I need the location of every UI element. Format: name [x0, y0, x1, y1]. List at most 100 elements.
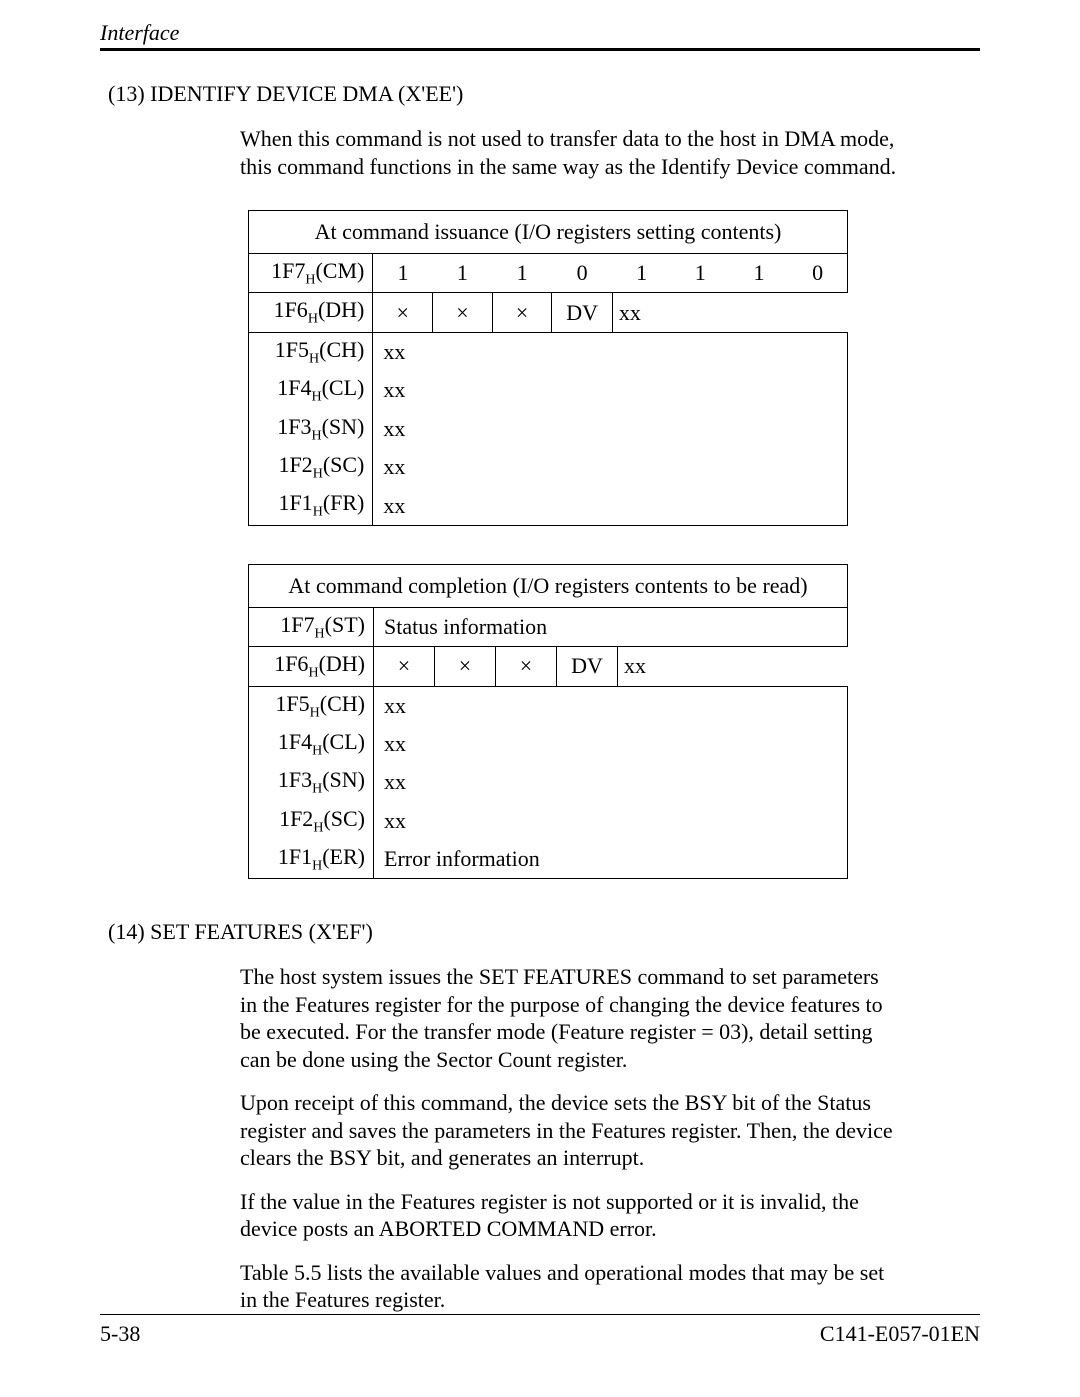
reg-sub: H — [311, 428, 321, 443]
reg-sub: H — [308, 312, 318, 327]
reg-label-cl: 1F4H(CL) — [249, 725, 374, 763]
running-header: Interface — [100, 20, 980, 48]
bit-cell: × — [433, 293, 493, 332]
bit-cell: xx — [618, 647, 848, 686]
section-13-para1: When this command is not used to transfe… — [240, 125, 900, 180]
bit-cell: 0 — [788, 254, 847, 293]
table-row: 1F2H(SC) xx — [249, 448, 848, 486]
reg-addr: 1F7 — [280, 612, 314, 637]
page-number: 5-38 — [100, 1321, 140, 1347]
reg-label-ch: 1F5H(CH) — [249, 686, 374, 725]
reg-addr: 1F5 — [275, 337, 309, 362]
reg-suffix: (DH) — [319, 651, 365, 676]
reg-suffix: (FR) — [323, 490, 365, 515]
reg-addr: 1F4 — [278, 729, 312, 754]
reg-label-ch: 1F5H(CH) — [249, 332, 373, 371]
reg-suffix: (CM) — [315, 258, 364, 283]
section-13-heading: (13) IDENTIFY DEVICE DMA (X'EE') — [108, 81, 980, 107]
reg-label-er: 1F1H(ER) — [249, 840, 374, 879]
reg-suffix: (CH) — [319, 337, 364, 362]
section-14-para1: The host system issues the SET FEATURES … — [240, 963, 900, 1073]
table-row: 1F5H(CH) xx — [249, 332, 848, 371]
table-row: 1F4H(CL) xx — [249, 371, 848, 409]
reg-sub: H — [305, 272, 315, 287]
reg-addr: 1F1 — [278, 844, 312, 869]
section-14-heading: (14) SET FEATURES (X'EF') — [108, 919, 980, 945]
bit-cell: xx — [612, 293, 847, 332]
reg-addr: 1F3 — [278, 767, 312, 792]
bit-cell: 1 — [671, 254, 730, 293]
table-row: At command completion (I/O registers con… — [249, 564, 848, 607]
bit-cell: 1 — [492, 254, 552, 293]
table-completion-wrapper: At command completion (I/O registers con… — [248, 564, 848, 880]
header-rule — [100, 48, 980, 51]
reg-sub: H — [313, 466, 323, 481]
bit-cell: × — [496, 647, 557, 686]
reg-sub: H — [308, 666, 318, 681]
reg-label-sc: 1F2H(SC) — [249, 448, 373, 486]
reg-addr: 1F6 — [274, 297, 308, 322]
footer-rule — [100, 1314, 980, 1315]
bit-cell: 1 — [612, 254, 671, 293]
reg-label-fr: 1F1H(FR) — [249, 486, 373, 525]
bit-cell: 1 — [730, 254, 789, 293]
reg-addr: 1F2 — [278, 452, 312, 477]
reg-addr: 1F6 — [274, 651, 308, 676]
reg-sub: H — [312, 782, 322, 797]
reg-addr: 1F3 — [277, 414, 311, 439]
reg-suffix: (ST) — [325, 612, 365, 637]
table-row: 1F6H(DH) × × × DV xx — [249, 293, 848, 332]
reg-label-st: 1F7H(ST) — [249, 607, 374, 646]
bit-cell: × — [435, 647, 496, 686]
reg-addr: 1F1 — [278, 490, 312, 515]
value-cell: Error information — [374, 840, 848, 879]
value-cell: xx — [373, 371, 848, 409]
bit-cell: × — [373, 293, 433, 332]
reg-sub: H — [312, 743, 322, 758]
reg-suffix: (ER) — [322, 844, 365, 869]
reg-addr: 1F7 — [271, 258, 305, 283]
reg-suffix: (CL) — [322, 729, 365, 754]
reg-suffix: (CL) — [322, 375, 365, 400]
value-cell: xx — [373, 410, 848, 448]
table-row: 1F7H(ST) Status information — [249, 607, 848, 646]
reg-label-sn: 1F3H(SN) — [249, 763, 374, 801]
bit-cell: DV — [552, 293, 612, 332]
reg-suffix: (SC) — [323, 452, 365, 477]
value-cell: xx — [374, 725, 848, 763]
value-cell: xx — [373, 486, 848, 525]
table-row: 1F7H(CM) 1 1 1 0 1 1 1 0 — [249, 254, 848, 293]
value-cell: xx — [374, 802, 848, 840]
value-cell: xx — [374, 763, 848, 801]
reg-suffix: (SN) — [322, 767, 365, 792]
section-14-para4: Table 5.5 lists the available values and… — [240, 1259, 900, 1314]
table-row: 1F4H(CL) xx — [249, 725, 848, 763]
reg-label-dh: 1F6H(DH) — [249, 293, 373, 332]
bit-cell: × — [374, 647, 435, 686]
doc-id: C141-E057-01EN — [820, 1321, 980, 1347]
reg-sub: H — [313, 505, 323, 520]
table-issuance-wrapper: At command issuance (I/O registers setti… — [248, 210, 848, 526]
reg-suffix: (SC) — [323, 806, 365, 831]
value-cell: xx — [373, 332, 848, 371]
reg-sub: H — [312, 858, 322, 873]
section-14-para3: If the value in the Features register is… — [240, 1188, 900, 1243]
value-cell: xx — [374, 686, 848, 725]
reg-label-cl: 1F4H(CL) — [249, 371, 373, 409]
reg-addr: 1F4 — [277, 375, 311, 400]
bit-cell: 1 — [373, 254, 433, 293]
reg-sub: H — [315, 626, 325, 641]
reg-label-sn: 1F3H(SN) — [249, 410, 373, 448]
table-row: 1F5H(CH) xx — [249, 686, 848, 725]
reg-label-dh: 1F6H(DH) — [249, 647, 374, 686]
reg-label-sc: 1F2H(SC) — [249, 802, 374, 840]
table-row: At command issuance (I/O registers setti… — [249, 211, 848, 254]
bit-cell: 0 — [552, 254, 612, 293]
bit-cell: 1 — [433, 254, 493, 293]
section-14-para2: Upon receipt of this command, the device… — [240, 1089, 900, 1172]
reg-sub: H — [311, 390, 321, 405]
table-row: 1F3H(SN) xx — [249, 410, 848, 448]
table-completion: At command completion (I/O registers con… — [248, 564, 848, 880]
reg-addr: 1F2 — [279, 806, 313, 831]
bit-cell: × — [492, 293, 552, 332]
